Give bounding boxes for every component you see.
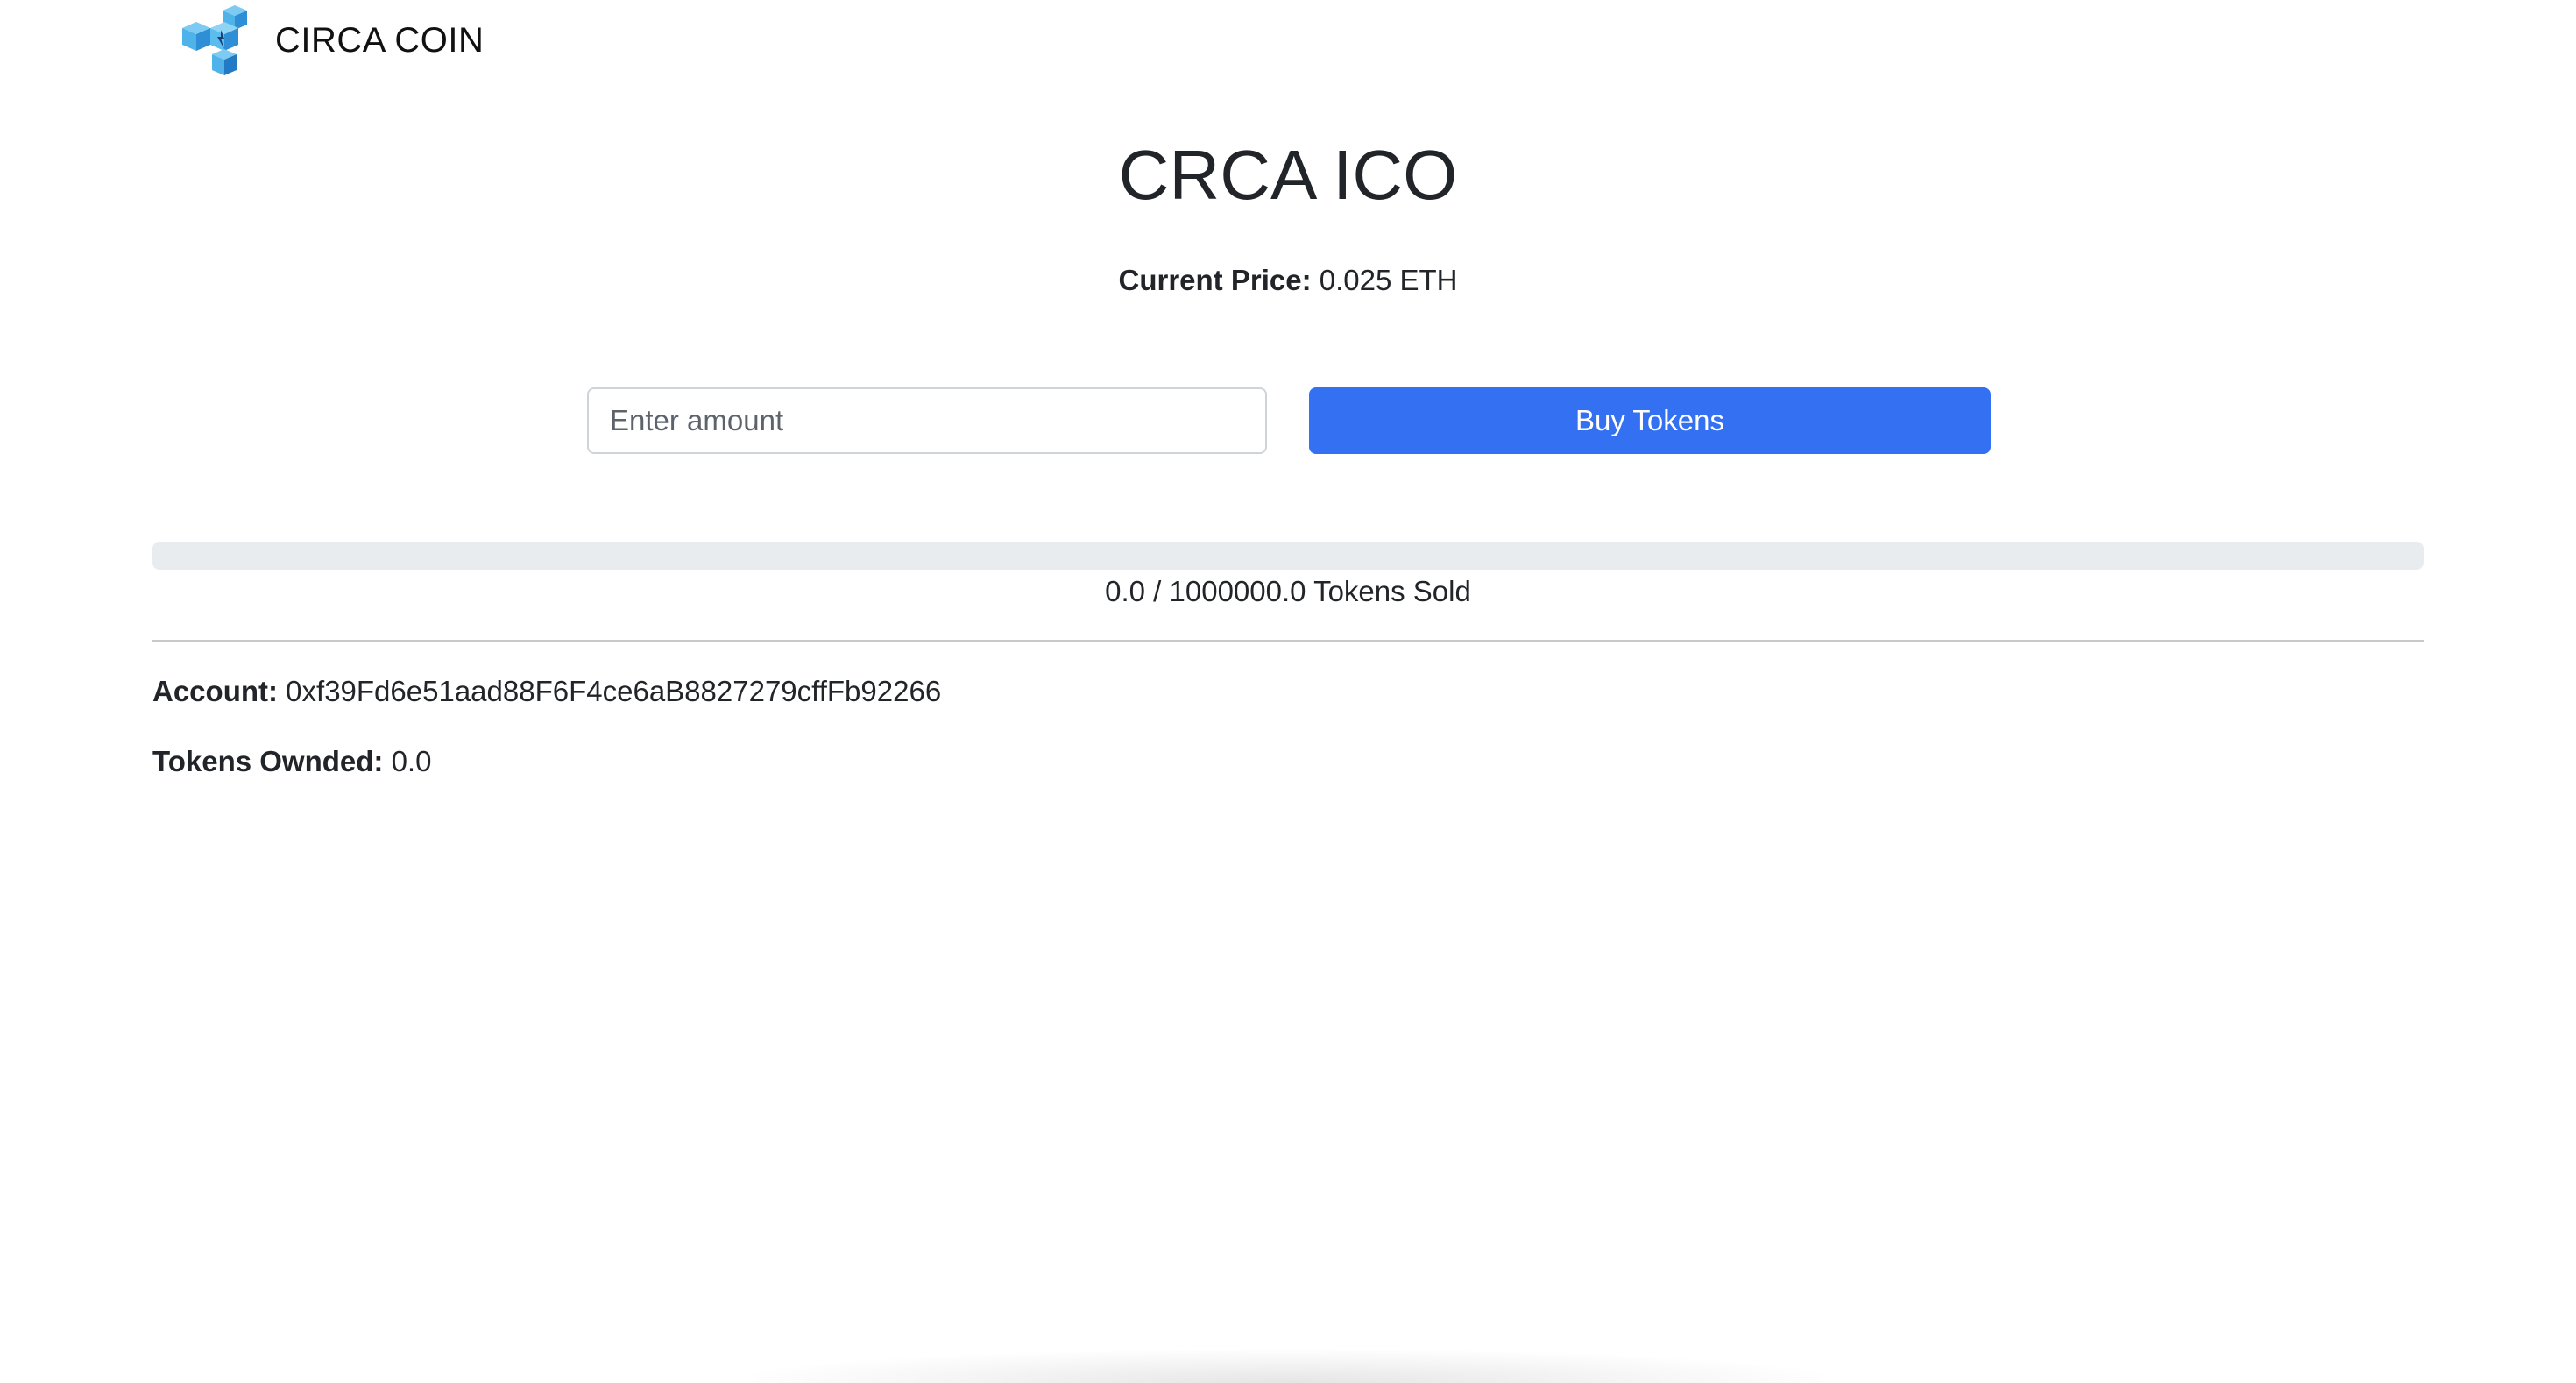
- tokens-owned-label: Tokens Ownded:: [152, 745, 384, 777]
- navbar: CIRCA COIN: [180, 0, 484, 81]
- tokens-owned-info: Tokens Ownded: 0.0: [152, 742, 431, 781]
- amount-input[interactable]: [587, 387, 1267, 454]
- account-label: Account:: [152, 675, 278, 707]
- page-title: CRCA ICO: [1118, 136, 1458, 214]
- brand-name[interactable]: CIRCA COIN: [275, 21, 484, 60]
- account-address: 0xf39Fd6e51aad88F6F4ce6aB8827279cffFb922…: [286, 675, 942, 707]
- tokens-sold-text: 0.0 / 1000000.0 Tokens Sold: [1105, 575, 1471, 607]
- buy-tokens-button[interactable]: Buy Tokens: [1309, 387, 1991, 454]
- tokens-owned-value: 0.0: [391, 745, 432, 777]
- price-value: 0.025 ETH: [1319, 264, 1458, 296]
- cube-logo-icon[interactable]: [180, 4, 254, 77]
- current-price: Current Price: 0.025 ETH: [0, 261, 2576, 300]
- price-label: Current Price:: [1118, 264, 1312, 296]
- account-info: Account: 0xf39Fd6e51aad88F6F4ce6aB882727…: [152, 672, 941, 711]
- bottom-shadow: [754, 1350, 1822, 1383]
- tokens-sold-progress-bar: [152, 542, 2424, 570]
- page: CIRCA COIN CRCA ICO Current Price: 0.025…: [0, 0, 2576, 1383]
- divider: [152, 640, 2424, 642]
